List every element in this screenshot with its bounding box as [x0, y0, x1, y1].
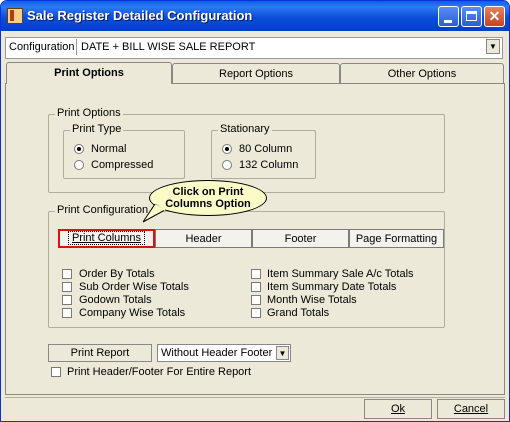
- checkbox-header-footer-entire-report[interactable]: [51, 367, 61, 377]
- checkbox-godown-totals[interactable]: [62, 295, 72, 305]
- tab-report-options[interactable]: Report Options: [172, 63, 340, 83]
- minimize-icon: [444, 20, 452, 23]
- checkbox-company-wise-totals[interactable]: [62, 308, 72, 318]
- radio-80-column[interactable]: [222, 144, 232, 154]
- item-summary-sale-ac-totals-label: Item Summary Sale A/c Totals: [267, 268, 414, 280]
- checkbox-sub-order-wise-totals[interactable]: [62, 282, 72, 292]
- radio-compressed-label: Compressed: [91, 159, 154, 171]
- maximize-icon: [466, 11, 477, 21]
- ok-label: Ok: [390, 403, 406, 415]
- close-button[interactable]: ✕: [484, 6, 505, 27]
- month-wise-totals-label: Month Wise Totals: [267, 294, 357, 306]
- checkbox-order-by-totals[interactable]: [62, 269, 72, 279]
- godown-totals-label: Godown Totals: [79, 294, 152, 306]
- stationary-title: Stationary: [218, 123, 272, 135]
- configuration-row: Configuration DATE + BILL WISE SALE REPO…: [5, 37, 503, 59]
- print-columns-button[interactable]: Print Columns: [58, 229, 155, 248]
- page-formatting-button[interactable]: Page Formatting: [349, 229, 444, 248]
- title-bar[interactable]: Sale Register Detailed Configuration ✕: [1, 1, 509, 31]
- sub-order-wise-totals-label: Sub Order Wise Totals: [79, 281, 189, 293]
- print-report-select[interactable]: Without Header Footer ▼: [157, 344, 291, 362]
- checkbox-item-summary-date-totals[interactable]: [251, 282, 261, 292]
- radio-normal[interactable]: [74, 144, 84, 154]
- print-configuration-title: Print Configuration: [55, 204, 151, 216]
- configuration-value: DATE + BILL WISE SALE REPORT: [81, 41, 256, 53]
- callout-pointer: [143, 204, 167, 223]
- cancel-button[interactable]: Cancel: [437, 399, 505, 419]
- order-by-totals-label: Order By Totals: [79, 268, 155, 280]
- header-button[interactable]: Header: [155, 229, 252, 248]
- tab-other-options[interactable]: Other Options: [340, 63, 504, 83]
- print-report-value: Without Header Footer: [161, 347, 273, 359]
- checkbox-item-summary-sale-ac-totals[interactable]: [251, 269, 261, 279]
- print-options-group-title: Print Options: [55, 107, 123, 119]
- footer-button[interactable]: Footer: [252, 229, 349, 248]
- app-icon: [7, 8, 23, 24]
- checkbox-grand-totals[interactable]: [251, 308, 261, 318]
- print-type-title: Print Type: [70, 123, 124, 135]
- window-title: Sale Register Detailed Configuration: [27, 8, 253, 23]
- chevron-down-icon[interactable]: ▼: [276, 346, 289, 360]
- radio-compressed[interactable]: [74, 160, 84, 170]
- item-summary-date-totals-label: Item Summary Date Totals: [267, 281, 397, 293]
- print-report-label: Print Report: [48, 344, 152, 362]
- ok-button[interactable]: Ok: [364, 399, 432, 419]
- checkbox-month-wise-totals[interactable]: [251, 295, 261, 305]
- close-icon: ✕: [488, 8, 501, 24]
- header-footer-entire-report-label: Print Header/Footer For Entire Report: [67, 366, 252, 378]
- grand-totals-label: Grand Totals: [267, 307, 330, 319]
- radio-normal-label: Normal: [91, 143, 127, 155]
- tab-print-options[interactable]: Print Options: [6, 62, 172, 84]
- radio-132-column[interactable]: [222, 160, 232, 170]
- radio-132-column-label: 132 Column: [239, 159, 299, 171]
- dialog-window: Sale Register Detailed Configuration ✕ C…: [0, 0, 510, 422]
- radio-80-column-label: 80 Column: [239, 143, 293, 155]
- cancel-label: Cancel: [453, 403, 489, 415]
- maximize-button[interactable]: [461, 6, 482, 27]
- company-wise-totals-label: Company Wise Totals: [79, 307, 186, 319]
- configuration-select[interactable]: DATE + BILL WISE SALE REPORT ▼: [76, 39, 501, 55]
- minimize-button[interactable]: [438, 6, 459, 27]
- chevron-down-icon[interactable]: ▼: [486, 39, 500, 54]
- print-columns-label: Print Columns: [67, 231, 146, 245]
- configuration-label: Configuration: [9, 41, 75, 53]
- footer-divider: [5, 397, 505, 398]
